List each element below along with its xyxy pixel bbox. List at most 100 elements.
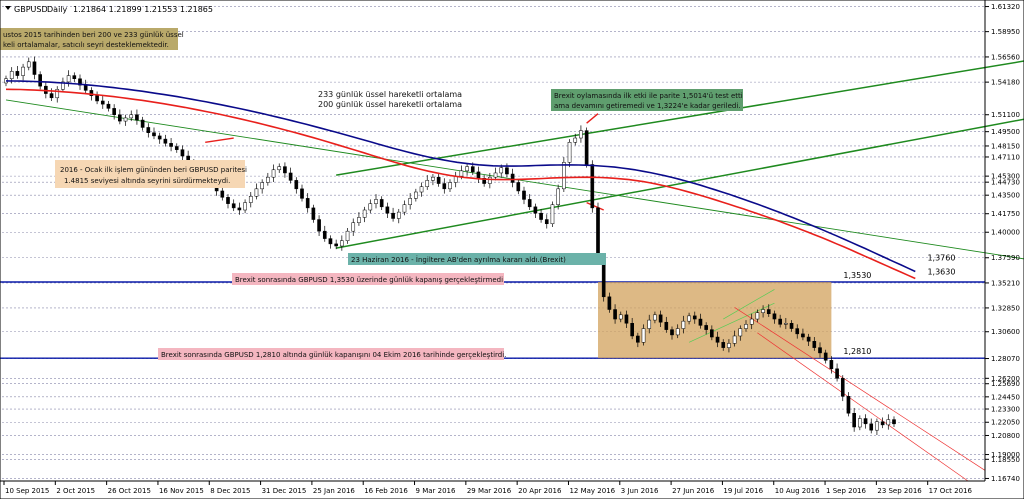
candle-body: [664, 321, 669, 330]
candle-body: [618, 314, 623, 320]
candle-body: [715, 336, 720, 343]
candle-body: [892, 419, 896, 425]
y-tick-label: 1.16740: [991, 475, 1020, 483]
level-label: 1,2810: [843, 347, 871, 356]
candle-body: [26, 61, 31, 68]
candle-body: [83, 84, 88, 91]
candle-body: [875, 421, 879, 431]
candle-body: [510, 173, 515, 183]
candle-body: [152, 132, 156, 137]
candle-body: [772, 313, 777, 320]
y-tick-label: 1.20800: [991, 432, 1020, 440]
candle-body: [431, 176, 435, 181]
timeframe-label: Daily: [47, 5, 68, 14]
candle-body: [624, 314, 629, 324]
candle-body: [539, 212, 543, 220]
candle-body: [556, 188, 560, 205]
candle-body: [573, 137, 578, 143]
ma-end-label: 1,3760: [927, 254, 955, 263]
candle-body: [681, 320, 686, 329]
candle-body: [419, 186, 424, 193]
annotation-text: keli ortalamalar, satıcılı seyri destekl…: [3, 41, 169, 49]
legend-ma200: 200 günlük üssel hareketli ortalama: [318, 100, 462, 109]
candle-body: [641, 328, 646, 343]
x-tick-label: 29 Mar 2016: [467, 487, 512, 495]
candle-body: [544, 219, 549, 225]
y-tick-label: 1.47110: [991, 153, 1020, 161]
candle-body: [288, 172, 293, 181]
candle-body: [277, 166, 282, 171]
candle-body: [886, 419, 891, 426]
x-tick-label: 26 Oct 2015: [108, 487, 151, 495]
candle-body: [391, 212, 395, 219]
candle-body: [300, 188, 304, 199]
candle-body: [630, 323, 634, 337]
candle-body: [112, 108, 116, 115]
candle-body: [49, 93, 54, 99]
candle-body: [601, 260, 606, 298]
candle-body: [727, 343, 731, 348]
candle-body: [653, 314, 657, 321]
candle-body: [505, 167, 509, 175]
y-tick-label: 1.23300: [991, 406, 1020, 414]
x-tick-label: 25 Jan 2016: [313, 487, 356, 495]
candle-body: [670, 329, 674, 336]
candle-body: [761, 309, 765, 313]
candle-body: [476, 171, 481, 179]
candle-body: [493, 172, 498, 178]
candle-body: [379, 199, 384, 208]
candle-body: [385, 206, 390, 214]
annotation-text: ama devamını getiremedi ve 1,3224'e kada…: [554, 102, 741, 110]
candle-body: [38, 74, 42, 87]
candle-body: [812, 341, 817, 348]
candle-body: [835, 368, 839, 379]
y-tick-label: 1.49500: [991, 128, 1020, 136]
y-tick-label: 1.41750: [991, 210, 1020, 218]
candle-body: [345, 230, 350, 241]
candle-body: [414, 191, 418, 199]
candle-body: [738, 328, 743, 337]
annotation-text: Brexit oylamasında ilk etki ile parite 1…: [554, 92, 743, 100]
x-tick-label: 16 Feb 2016: [364, 487, 408, 495]
annotation-text: Brexit sonrasında GBPUSD 1,3530 üzerinde…: [235, 276, 503, 284]
candle-body: [744, 324, 748, 329]
candle-body: [846, 396, 851, 414]
x-tick-label: 23 Sep 2016: [877, 487, 922, 495]
candle-body: [442, 183, 447, 190]
y-tick-label: 1.54180: [991, 79, 1020, 87]
candle-body: [698, 318, 703, 326]
candle-body: [823, 352, 828, 361]
candle-body: [72, 75, 77, 79]
candle-body: [749, 318, 754, 325]
candle-body: [368, 203, 373, 211]
candle-body: [550, 204, 555, 225]
x-tick-label: 10 Sep 2015: [5, 487, 49, 495]
candle-body: [829, 360, 834, 370]
annotation-text: 1.4815 seviyesi altında seyrini sürdürme…: [64, 177, 230, 185]
candle-body: [100, 100, 105, 105]
candle-body: [516, 182, 521, 192]
candle-body: [334, 243, 338, 247]
x-tick-label: 17 Oct 2016: [929, 487, 973, 495]
candle-body: [248, 195, 253, 203]
candle-body: [675, 328, 680, 336]
x-tick-label: 2 Oct 2015: [56, 487, 95, 495]
y-tick-label: 1.28070: [991, 355, 1020, 363]
candle-body: [408, 198, 412, 205]
level-label: 1,3530: [843, 271, 871, 280]
candle-body: [135, 114, 139, 121]
candle-body: [732, 335, 737, 344]
candle-body: [584, 130, 589, 165]
candle-body: [562, 162, 566, 190]
y-tick-label: 1.44730: [991, 179, 1020, 187]
candle-body: [840, 378, 845, 397]
x-tick-label: 8 Dec 2015: [210, 487, 250, 495]
chart-canvas[interactable]: 1,3530 1,2810 1,3760 1,3630 ustos 2015 tar…: [0, 0, 1024, 499]
y-tick-label: 1.40000: [991, 229, 1020, 237]
candle-body: [118, 114, 122, 122]
candle-body: [351, 222, 356, 232]
y-tick-label: 1.51100: [991, 111, 1020, 119]
candle-body: [402, 204, 407, 213]
candle-body: [465, 166, 469, 172]
candle-body: [880, 421, 885, 426]
